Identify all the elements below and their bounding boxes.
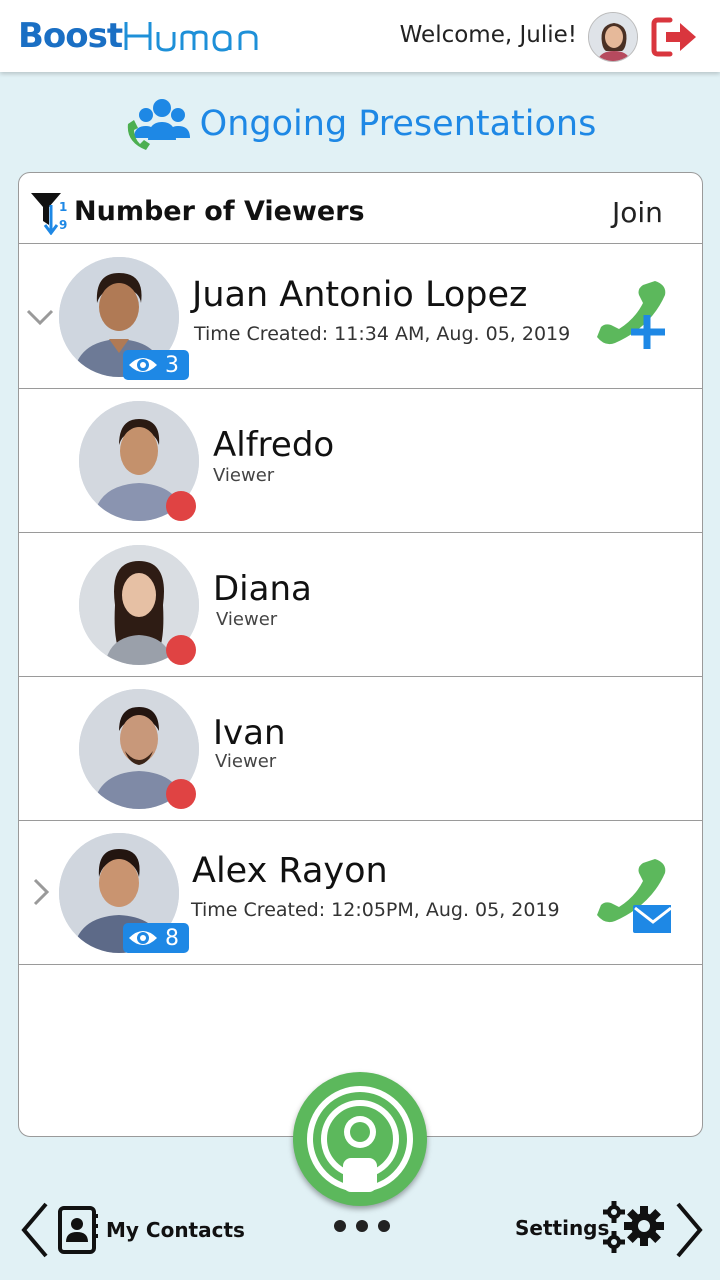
viewer-row: Ivan Viewer: [19, 677, 702, 821]
viewer-count-badge: 8: [123, 923, 189, 953]
time-created: Time Created: 11:34 AM, Aug. 05, 2019: [194, 323, 571, 345]
chevron-down-icon[interactable]: [25, 301, 55, 331]
sort-filter-icon[interactable]: 1 9: [29, 191, 73, 235]
logo: Boost: [18, 14, 272, 58]
host-name: Juan Antonio Lopez: [192, 275, 528, 315]
presentation-row[interactable]: 3 Juan Antonio Lopez Time Created: 11:34…: [19, 245, 702, 389]
phone-add-icon[interactable]: [591, 275, 671, 355]
more-options-button[interactable]: [334, 1220, 390, 1236]
status-dot: [166, 779, 196, 809]
eye-icon: [129, 931, 157, 945]
welcome-text: Welcome, Julie!: [399, 22, 577, 48]
svg-text:1: 1: [59, 200, 67, 214]
eye-icon: [129, 358, 157, 372]
viewer-name: Alfredo: [213, 425, 335, 465]
page-title-row: Ongoing Presentations: [0, 92, 720, 156]
viewer-name: Diana: [213, 569, 312, 609]
app-header: Boost Welcome, Julie!: [0, 0, 720, 72]
join-column-label: Join: [612, 196, 663, 229]
host-name: Alex Rayon: [192, 851, 388, 891]
viewer-count: 8: [165, 925, 179, 951]
chevron-right-icon[interactable]: [672, 1200, 706, 1260]
status-dot: [166, 491, 196, 521]
dot: [378, 1220, 390, 1232]
svg-text:9: 9: [59, 218, 67, 232]
viewer-role: Viewer: [216, 609, 278, 630]
viewer-count-badge: 3: [123, 350, 189, 380]
page-title: Ongoing Presentations: [199, 104, 597, 144]
dot: [334, 1220, 346, 1232]
presentation-row[interactable]: 8 Alex Rayon Time Created: 12:05PM, Aug.…: [19, 821, 702, 965]
time-created: Time Created: 12:05PM, Aug. 05, 2019: [191, 899, 560, 921]
viewer-row: Diana Viewer: [19, 533, 702, 677]
sort-label[interactable]: Number of Viewers: [74, 196, 365, 227]
chevron-right-icon[interactable]: [25, 877, 55, 907]
viewer-role: Viewer: [215, 751, 277, 772]
logo-boost-text: Boost: [18, 16, 123, 56]
user-avatar[interactable]: [588, 12, 638, 62]
group-call-icon: [127, 99, 190, 150]
my-contacts-link[interactable]: My Contacts: [106, 1218, 245, 1242]
list-header: 1 9 Number of Viewers Join: [19, 173, 702, 244]
dot: [356, 1220, 368, 1232]
logout-icon[interactable]: [650, 14, 700, 60]
viewer-name: Ivan: [213, 713, 286, 753]
presentations-panel: 1 9 Number of Viewers Join 3 Juan Antoni…: [18, 172, 703, 1137]
logo-human-wordmark: [124, 22, 258, 52]
viewer-role: Viewer: [213, 465, 275, 486]
chevron-left-icon[interactable]: [18, 1200, 52, 1260]
broadcast-icon: [307, 1086, 413, 1192]
status-dot: [166, 635, 196, 665]
contacts-book-icon[interactable]: [56, 1206, 98, 1254]
viewer-count: 3: [165, 352, 179, 378]
broadcast-button[interactable]: [293, 1072, 427, 1206]
gears-icon[interactable]: [600, 1198, 672, 1256]
phone-mail-icon[interactable]: [591, 853, 671, 933]
viewer-row: Alfredo Viewer: [19, 389, 702, 533]
settings-link[interactable]: Settings: [515, 1216, 609, 1240]
